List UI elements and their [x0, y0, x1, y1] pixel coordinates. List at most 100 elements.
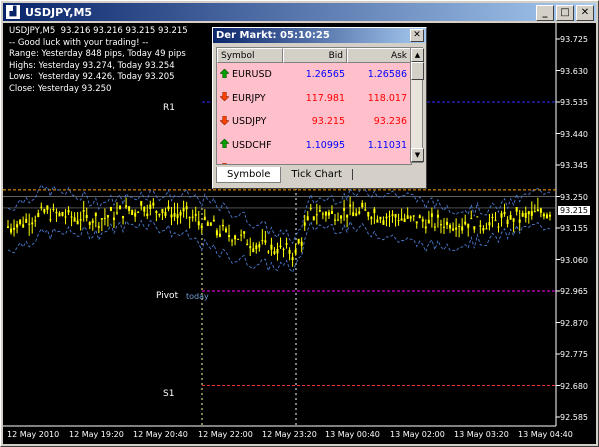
candle-body: [7, 226, 9, 229]
market-watch-titlebar[interactable]: Der Markt: 05:10:25 ✕: [213, 28, 426, 43]
y-tick-label: 92.870: [560, 318, 588, 328]
candle-body: [155, 210, 158, 214]
market-row[interactable]: EURUSD 1.26565 1.26586: [217, 63, 411, 87]
market-row[interactable]: USDJPY 93.215 93.236: [217, 110, 411, 134]
maximize-button[interactable]: □: [556, 5, 574, 21]
candle-body: [400, 218, 403, 221]
x-tick-label: 13 May 04:40: [518, 430, 573, 439]
market-watch-table: Symbol Bid Ask EURUSD 1.26565 1.26586 EURJP…: [216, 47, 412, 165]
candle-body: [10, 228, 13, 233]
candle-body: [13, 227, 16, 230]
candle-body: [542, 213, 545, 217]
candle-body: [521, 212, 524, 217]
candle-body: [373, 208, 376, 214]
candle-body: [255, 245, 258, 250]
candle-body: [370, 217, 373, 219]
col-ask-header[interactable]: Ask: [347, 48, 411, 63]
candle-body: [321, 213, 324, 215]
title-bar[interactable]: ▟ USDJPY,M5 _ □ ✕: [3, 3, 596, 21]
minimize-button[interactable]: _: [536, 5, 554, 21]
candle-body: [88, 222, 91, 225]
candle-body: [415, 221, 418, 224]
market-watch-scrollbar[interactable]: ▲ ▼: [410, 47, 424, 163]
candle-body: [34, 220, 37, 222]
candle-body: [246, 243, 249, 246]
chart-info-panel: USDJPY,M5 93.216 93.216 93.215 93.215 -- …: [9, 26, 188, 96]
candle-body: [228, 235, 231, 237]
candle-body: [297, 238, 300, 244]
y-tick-label: 93.250: [560, 192, 588, 202]
candle-body: [152, 202, 155, 206]
candle-body: [149, 204, 152, 210]
candle-body: [79, 219, 82, 221]
ask-value: 1.48557: [347, 163, 409, 164]
market-row[interactable]: GBPUSD 1.485231.48557: [217, 157, 411, 164]
market-row[interactable]: EURJPY 117.981 118.017: [217, 87, 411, 111]
candle-body: [533, 211, 536, 213]
candle-body: [237, 238, 240, 240]
candle-body: [524, 213, 527, 218]
candle-body: [406, 215, 409, 219]
candle-body: [455, 227, 458, 230]
candle-body: [545, 214, 548, 219]
candle-body: [412, 215, 415, 217]
candle-body: [515, 207, 518, 212]
candle-body: [106, 214, 109, 218]
candle-body: [19, 219, 22, 225]
candle-body: [116, 212, 118, 214]
market-watch-window[interactable]: Der Markt: 05:10:25 ✕ Symbol Bid Ask EUR…: [212, 27, 427, 189]
candle-body: [536, 209, 539, 212]
candle-body: [367, 211, 370, 217]
candle-body: [424, 226, 427, 229]
candle-body: [125, 205, 128, 208]
symbol-name: EURJPY: [232, 92, 266, 104]
candle-body: [100, 218, 103, 220]
candle-body: [358, 211, 361, 214]
candle-body: [52, 209, 55, 211]
candle-body: [388, 215, 391, 217]
x-tick-label: 12 May 19:20: [69, 430, 124, 439]
y-tick-label: 93.725: [560, 35, 588, 44]
candle-body: [352, 212, 355, 217]
s1-label: S1: [163, 389, 175, 399]
candle-body: [433, 226, 436, 228]
candle-body: [49, 219, 52, 221]
candle-body: [539, 208, 542, 213]
current-price-tag: 93.215: [558, 206, 590, 215]
tab-tick-chart[interactable]: Tick Chart: [281, 167, 352, 182]
close-button[interactable]: ✕: [576, 5, 594, 21]
candle-body: [436, 214, 439, 218]
candle-body: [109, 206, 112, 211]
info-line-5: Lows: Yesterday 92.426, Today 93.205: [9, 72, 175, 83]
candle-body: [452, 228, 455, 231]
symbol-name: GBPUSD: [232, 163, 272, 164]
market-watch-title: Der Markt: 05:10:25: [216, 30, 330, 41]
candle-body: [134, 212, 137, 217]
candle-body: [548, 214, 551, 217]
col-bid-header[interactable]: Bid: [283, 48, 347, 63]
scroll-down-button[interactable]: ▼: [411, 148, 424, 162]
candle-body: [324, 211, 327, 216]
bid-value: 93.215: [311, 116, 345, 128]
y-tick-label: 93.440: [560, 129, 588, 139]
candle-body: [364, 209, 367, 211]
x-tick-label: 13 May 03:20: [454, 430, 509, 439]
candle-body: [391, 214, 394, 216]
tab-symbols[interactable]: Symbole: [216, 167, 282, 183]
candle-body: [203, 216, 206, 221]
scroll-up-button[interactable]: ▲: [411, 48, 424, 62]
candle-body: [340, 215, 343, 219]
bid-value: 117.981: [305, 92, 345, 104]
market-row[interactable]: USDCHF 1.10995 1.11031: [217, 134, 411, 158]
market-watch-close-button[interactable]: ✕: [410, 29, 424, 42]
candle-body: [270, 244, 273, 250]
candle-body: [343, 208, 346, 211]
arrow-up-icon: [220, 68, 229, 81]
candle-body: [37, 213, 40, 218]
scroll-thumb[interactable]: [411, 62, 424, 80]
candle-body: [16, 224, 19, 228]
col-symbol-header[interactable]: Symbol: [217, 48, 283, 63]
candle-body: [179, 212, 182, 216]
tab-separator: [351, 169, 353, 180]
candle-body: [418, 215, 421, 219]
